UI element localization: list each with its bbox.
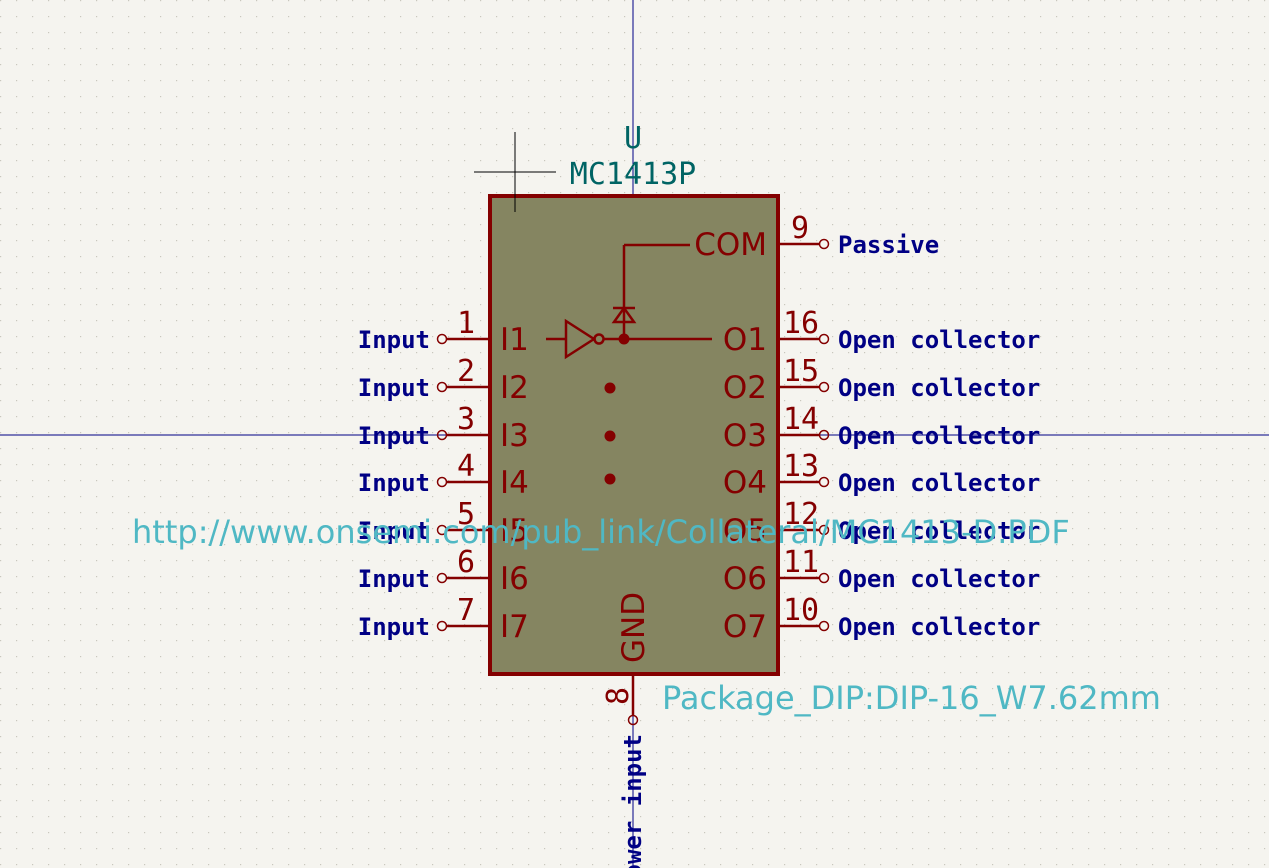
schematic-canvas[interactable]: U MC1413P 9 COM Passive 8 GND Power inpu… xyxy=(0,0,1269,868)
pin-name: I2 xyxy=(500,370,529,406)
pin-name: I1 xyxy=(500,322,529,358)
pin-name: I6 xyxy=(500,561,529,597)
pin-number: 15 xyxy=(783,354,819,389)
pin-number: 14 xyxy=(783,402,819,437)
pin-electrical-type: Input xyxy=(358,613,430,641)
pin-number: 13 xyxy=(783,449,819,484)
pin-number: 4 xyxy=(457,449,475,484)
pin-electrical-type: Passive xyxy=(838,231,939,259)
pin-number: 8 xyxy=(601,687,636,705)
pin-name: I7 xyxy=(500,609,529,645)
pin-number: 7 xyxy=(457,593,475,628)
pin-name: O2 xyxy=(723,370,767,406)
pin-electrical-type: Open collector xyxy=(838,374,1040,402)
pin-electrical-type: Input xyxy=(358,469,430,497)
pin-name: O7 xyxy=(723,609,767,645)
footprint-field[interactable]: Package_DIP:DIP-16_W7.62mm xyxy=(662,679,1161,717)
pin-number: 10 xyxy=(783,593,819,628)
pin-number: 9 xyxy=(791,211,809,246)
pin-name: COM xyxy=(694,227,767,263)
pin-name: O6 xyxy=(723,561,767,597)
pin-number: 16 xyxy=(783,306,819,341)
pin-electrical-type: Open collector xyxy=(838,613,1040,641)
pin-electrical-type: Power input xyxy=(619,734,647,868)
pin-electrical-type: Input xyxy=(358,565,430,593)
reference-designator[interactable]: U xyxy=(624,121,642,156)
pin-electrical-type: Open collector xyxy=(838,565,1040,593)
pin-electrical-type: Input xyxy=(358,326,430,354)
pin-electrical-type: Input xyxy=(358,422,430,450)
pin-electrical-type: Open collector xyxy=(838,326,1040,354)
pin-name: GND xyxy=(616,592,652,663)
pin-name: O4 xyxy=(723,465,767,501)
pin-electrical-type: Open collector xyxy=(838,469,1040,497)
pin-name: O3 xyxy=(723,418,767,454)
pin-number: 1 xyxy=(457,306,475,341)
pin-name: O1 xyxy=(723,322,767,358)
pin-electrical-type: Open collector xyxy=(838,422,1040,450)
pin-electrical-type: Input xyxy=(358,374,430,402)
pin-number: 2 xyxy=(457,354,475,389)
pin-number: 3 xyxy=(457,402,475,437)
value-field[interactable]: MC1413P xyxy=(570,157,696,192)
datasheet-field[interactable]: http://www.onsemi.com/pub_link/Collatera… xyxy=(132,513,1070,551)
pin-name: I4 xyxy=(500,465,529,501)
pin-name: I3 xyxy=(500,418,529,454)
